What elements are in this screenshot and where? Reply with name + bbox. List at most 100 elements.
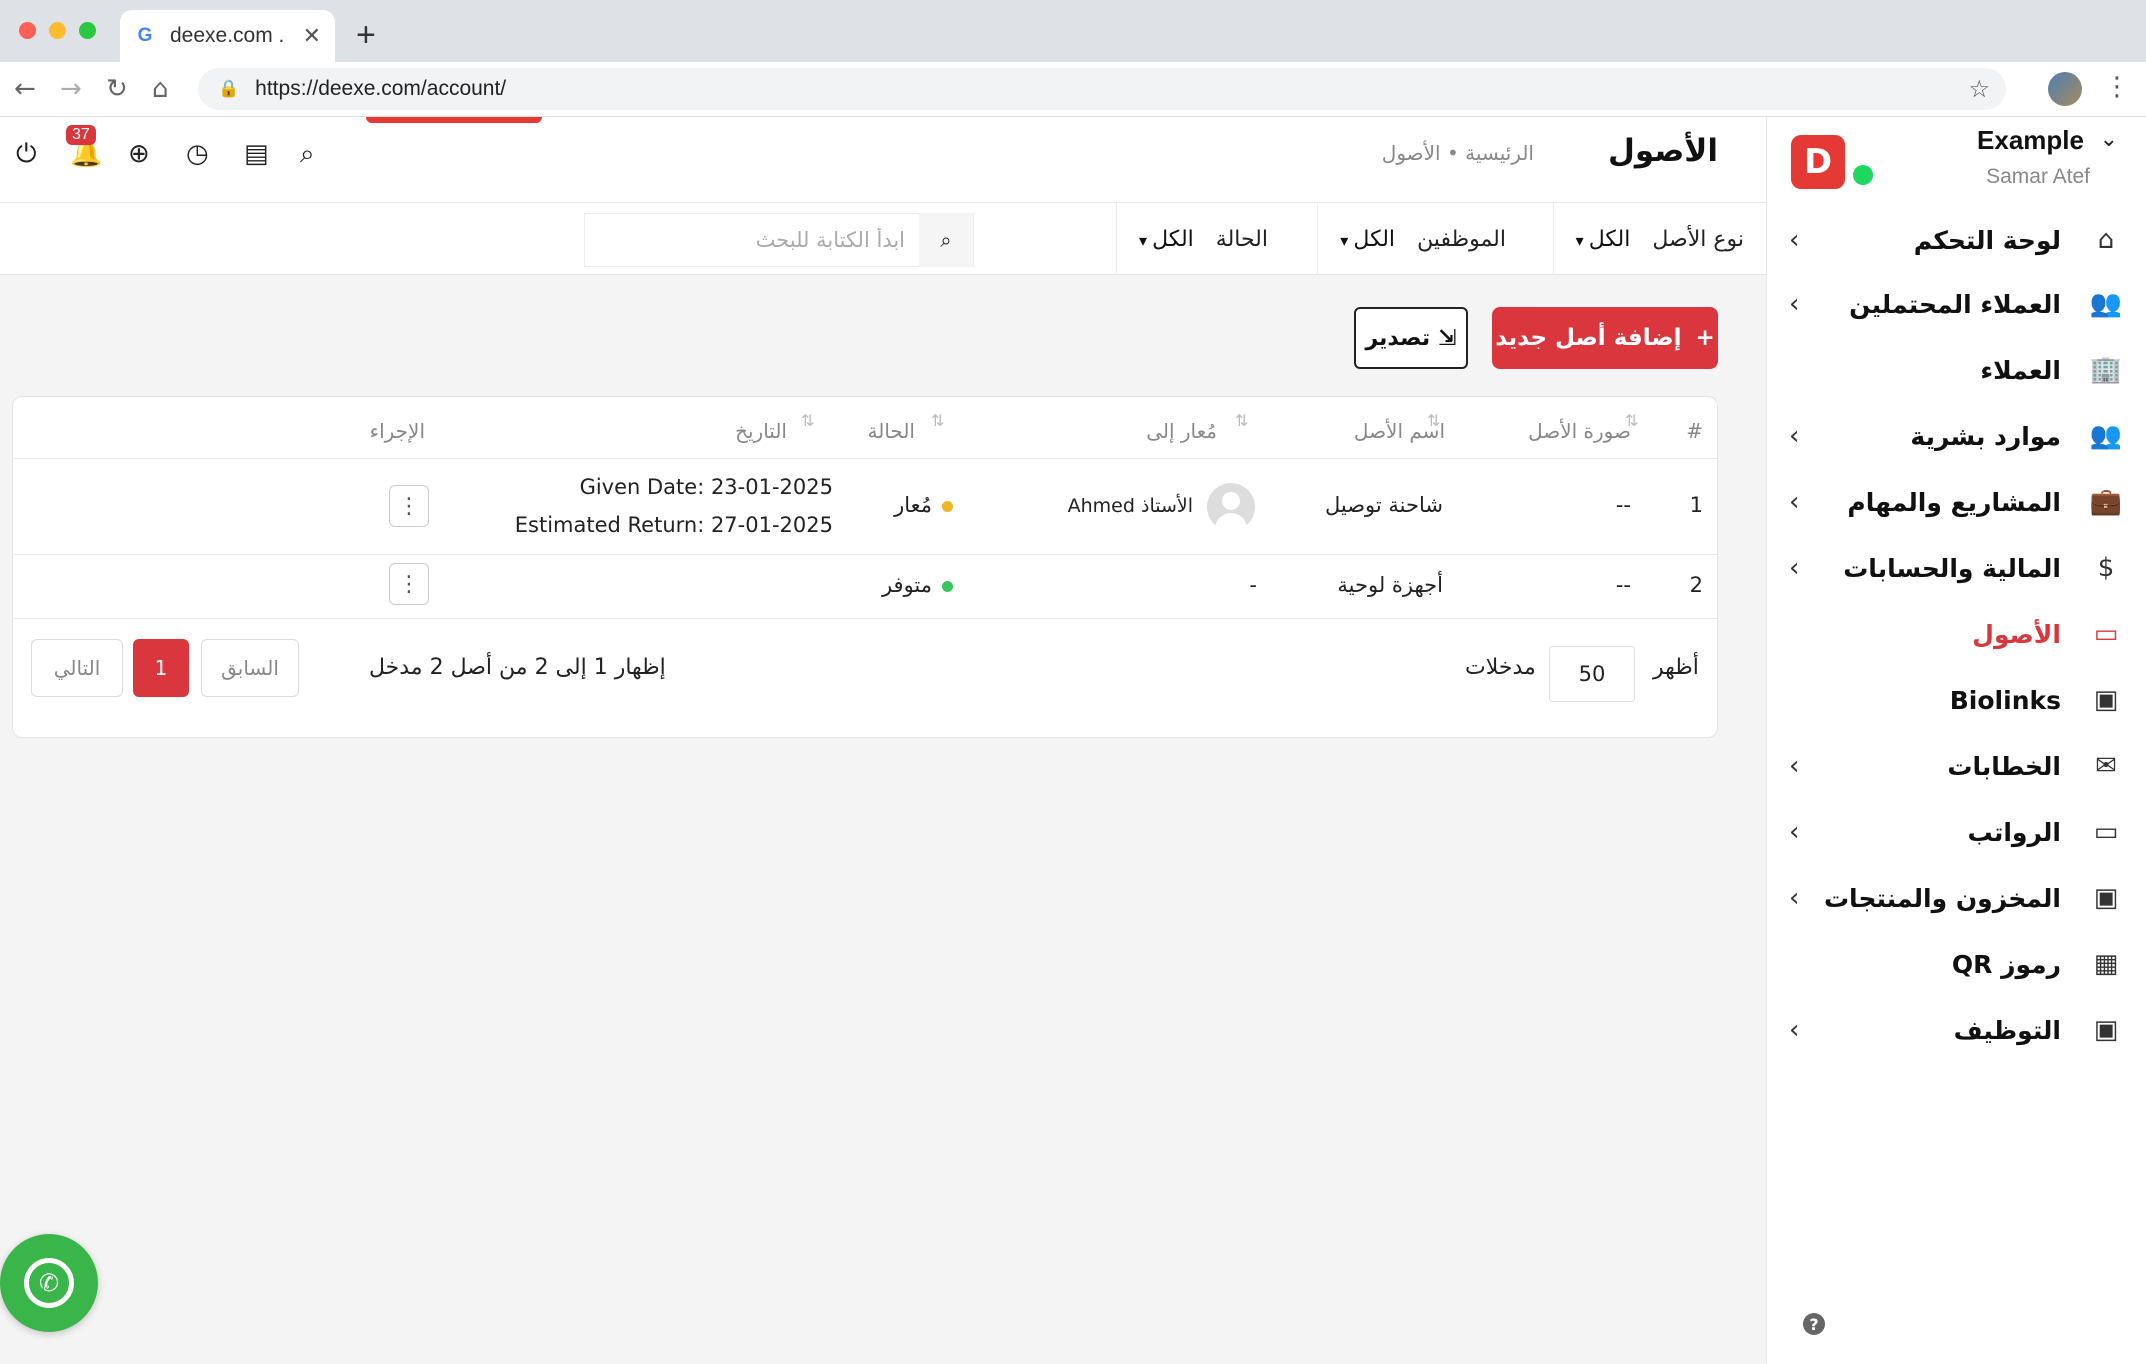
status-filter-label: الحالة — [1215, 226, 1268, 252]
row-status: مُعار — [894, 493, 953, 517]
reload-icon[interactable]: ↻ — [106, 74, 128, 104]
sort-icon[interactable]: ⇅ — [801, 411, 814, 430]
bookmark-star-icon[interactable]: ☆ — [1968, 75, 1990, 103]
search-input[interactable] — [585, 214, 919, 266]
column-date[interactable]: التاريخ — [735, 419, 787, 443]
status-dropdown[interactable]: الكل — [1139, 227, 1194, 252]
header-accent-bar — [366, 117, 542, 123]
close-tab-icon[interactable]: ✕ — [303, 24, 321, 49]
id-icon: ▣ — [2093, 1015, 2119, 1045]
browser-tab[interactable]: G deexe.com . ✕ — [120, 10, 335, 62]
asset-type-filter[interactable]: نوع الأصل الكل — [1552, 203, 1766, 275]
chevron-left-icon[interactable]: ‹ — [1789, 751, 1799, 781]
row-assigned: - — [1249, 573, 1257, 597]
chevron-left-icon[interactable]: ‹ — [1789, 421, 1799, 451]
close-window-button[interactable] — [19, 22, 36, 39]
sidebar-item[interactable]: $ المالية والحسابات ‹ — [1767, 535, 2146, 601]
export-button[interactable]: ⇲ تصدير — [1354, 307, 1468, 369]
sidebar-item[interactable]: 💼 المشاريع والمهام ‹ — [1767, 469, 2146, 535]
sort-icon[interactable]: ⇅ — [931, 411, 944, 430]
back-icon[interactable]: ← — [14, 74, 36, 104]
minimize-window-button[interactable] — [49, 22, 66, 39]
row-asset-name[interactable]: أجهزة لوحية — [1337, 573, 1443, 597]
user-avatar — [1207, 483, 1255, 531]
address-bar[interactable]: 🔒 https://deexe.com/account/ ☆ — [198, 68, 2006, 110]
add-circle-icon[interactable]: ⊕ — [128, 139, 150, 169]
sidebar-item[interactable]: ▣ المخزون والمنتجات ‹ — [1767, 865, 2146, 931]
add-asset-button[interactable]: + إضافة أصل جديد — [1492, 307, 1718, 369]
note-icon[interactable]: ▤ — [244, 139, 269, 169]
search-button[interactable]: ⌕ — [919, 213, 973, 267]
google-favicon-icon: G — [137, 25, 153, 46]
column-assigned[interactable]: مُعار إلى — [1146, 419, 1217, 443]
row-image: -- — [1615, 493, 1631, 517]
row-given-date: Given Date: 23-01-2025 — [579, 475, 833, 499]
chevron-left-icon[interactable]: ‹ — [1789, 487, 1799, 517]
sort-icon[interactable]: ⇅ — [1235, 411, 1248, 430]
chevron-left-icon[interactable]: ‹ — [1789, 817, 1799, 847]
sidebar-item[interactable]: 👥 موارد بشرية ‹ — [1767, 403, 2146, 469]
sidebar-item[interactable]: ▣ Biolinks — [1767, 667, 2146, 733]
chevron-left-icon[interactable]: ‹ — [1789, 225, 1799, 255]
forward-icon[interactable]: → — [60, 74, 82, 104]
sidebar-item[interactable]: ✉ الخطابات ‹ — [1767, 733, 2146, 799]
maximize-window-button[interactable] — [79, 22, 96, 39]
sidebar-item-label: Biolinks — [1949, 685, 2061, 715]
asset-type-dropdown[interactable]: الكل — [1576, 227, 1631, 252]
row-index: 1 — [1689, 493, 1703, 517]
row-actions-menu-icon[interactable]: ⋮ — [389, 485, 429, 527]
help-icon[interactable]: ? — [1803, 1313, 1825, 1335]
sidebar-item-label: الرواتب — [1967, 817, 2061, 847]
user-name: Samar Atef — [1986, 165, 2090, 188]
sidebar-item-label: المالية والحسابات — [1843, 553, 2061, 583]
box-icon: ▣ — [2093, 883, 2119, 913]
home-icon[interactable]: ⌂ — [152, 74, 169, 104]
sidebar-item[interactable]: 🏢 العملاء — [1767, 337, 2146, 403]
row-asset-name[interactable]: شاحنة توصيل — [1325, 493, 1443, 517]
column-status[interactable]: الحالة — [868, 419, 915, 443]
column-image[interactable]: صورة الأصل — [1528, 419, 1631, 443]
employees-dropdown[interactable]: الكل — [1340, 227, 1395, 252]
new-tab-icon[interactable]: + — [356, 16, 376, 55]
workspace-name[interactable]: Example — [1977, 125, 2084, 156]
profile-avatar[interactable] — [2048, 72, 2082, 106]
chevron-left-icon[interactable]: ‹ — [1789, 1015, 1799, 1045]
clock-icon[interactable]: ◷ — [186, 139, 209, 169]
sidebar-item[interactable]: ▭ الرواتب ‹ — [1767, 799, 2146, 865]
export-icon: ⇲ — [1438, 325, 1457, 351]
sidebar-item[interactable]: 👥 العملاء المحتملين ‹ — [1767, 271, 2146, 337]
row-assigned[interactable]: الأستاذ Ahmed — [1068, 495, 1193, 517]
chevron-left-icon[interactable]: ‹ — [1789, 553, 1799, 583]
chevron-down-icon[interactable]: ⌄ — [2100, 127, 2118, 152]
building-icon: 🏢 — [2089, 355, 2123, 385]
monitor-icon: ▭ — [2093, 619, 2119, 649]
browser-menu-icon[interactable]: ⋮ — [2104, 72, 2130, 102]
page-1-button[interactable]: 1 — [133, 639, 189, 697]
employees-filter[interactable]: الموظفين الكل — [1317, 203, 1528, 275]
search-icon[interactable]: ⌕ — [300, 139, 315, 170]
row-actions-menu-icon[interactable]: ⋮ — [389, 563, 429, 605]
brand-logo[interactable]: D — [1791, 135, 1845, 189]
previous-page-button[interactable]: السابق — [201, 639, 299, 697]
next-page-button[interactable]: التالي — [31, 639, 123, 697]
sidebar-item-label: التوظيف — [1953, 1015, 2061, 1045]
chevron-left-icon[interactable]: ‹ — [1789, 289, 1799, 319]
sidebar-item[interactable]: ▣ التوظيف ‹ — [1767, 997, 2146, 1063]
asset-type-filter-label: نوع الأصل — [1652, 226, 1744, 252]
sidebar-item[interactable]: ⌂ لوحة التحكم ‹ — [1767, 209, 2146, 271]
sidebar-item[interactable]: ▭ الأصول — [1767, 601, 2146, 667]
browser-toolbar: ← → ↻ ⌂ 🔒 https://deexe.com/account/ ☆ ⋮ — [0, 62, 2146, 117]
qr-icon: ▦ — [2093, 949, 2119, 979]
sort-icon[interactable]: ⇅ — [1625, 411, 1638, 430]
sidebar-item[interactable]: ▦ رموز QR — [1767, 931, 2146, 997]
power-icon[interactable]: ⏻ — [16, 139, 37, 170]
sidebar-item-label: لوحة التحكم — [1913, 225, 2061, 255]
whatsapp-button[interactable]: ✆ — [0, 1234, 98, 1332]
whatsapp-icon: ✆ — [24, 1258, 74, 1308]
page-length-select[interactable] — [1549, 646, 1635, 702]
sort-icon[interactable]: ⇅ — [1427, 411, 1440, 430]
row-status-label: متوفر — [881, 573, 932, 597]
chevron-left-icon[interactable]: ‹ — [1789, 883, 1799, 913]
status-filter[interactable]: الحالة الكل — [1116, 203, 1290, 275]
breadcrumb[interactable]: الرئيسية • الأصول — [1382, 141, 1534, 165]
